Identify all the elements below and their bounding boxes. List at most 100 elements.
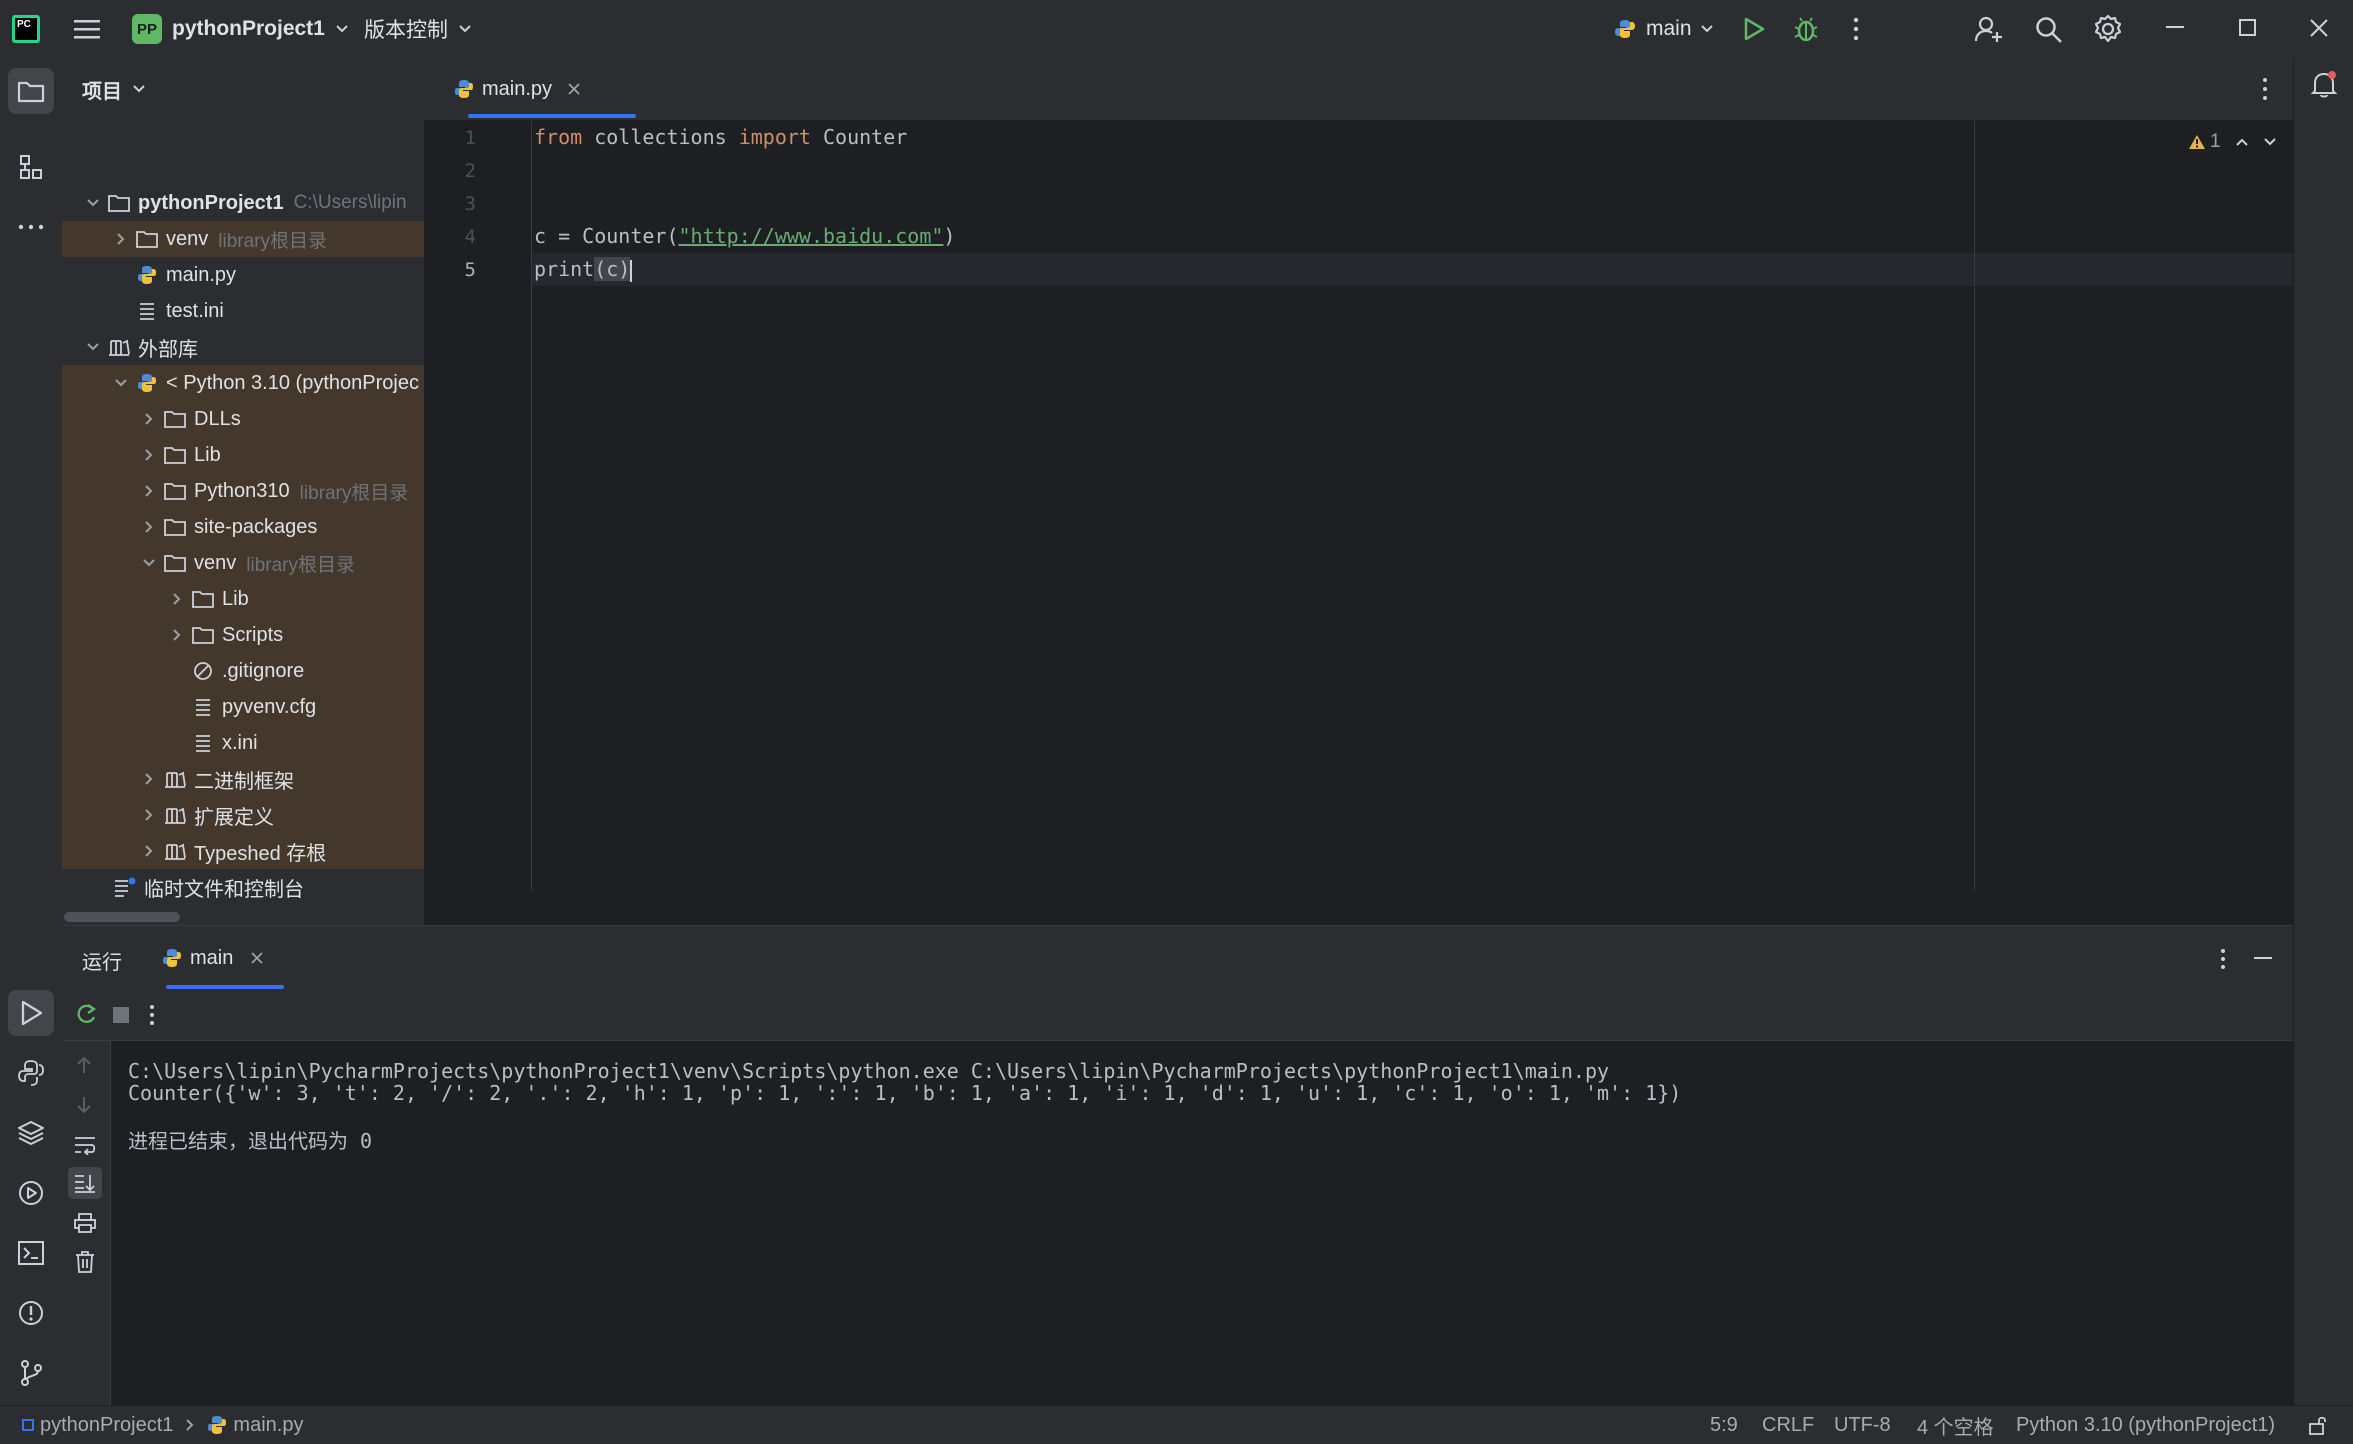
project-panel-header[interactable]: 项目 xyxy=(62,58,424,120)
next-highlight-icon[interactable] xyxy=(2263,137,2277,147)
chevron-right-icon[interactable] xyxy=(138,520,160,534)
maximize-icon[interactable] xyxy=(2239,19,2257,37)
chevron-right-icon[interactable] xyxy=(138,844,160,858)
tree-label: venv xyxy=(166,227,209,250)
module-icon xyxy=(22,1419,34,1431)
run-config-selector[interactable]: main xyxy=(1614,0,1714,58)
tab-main-py[interactable]: main.py xyxy=(442,58,614,120)
close-icon[interactable] xyxy=(2310,19,2328,37)
tree-item-lib[interactable]: Lib xyxy=(62,437,424,473)
add-user-icon[interactable] xyxy=(1975,15,2003,43)
services-icon[interactable] xyxy=(8,1170,54,1216)
structure-icon[interactable] xyxy=(8,144,54,190)
chevron-down-icon[interactable] xyxy=(82,342,104,352)
tree-item-python-sdk[interactable]: < Python 3.10 (pythonProjec xyxy=(62,365,424,401)
stop-icon[interactable] xyxy=(112,1006,130,1024)
tree-item-dlls[interactable]: DLLs xyxy=(62,401,424,437)
pycharm-logo-icon[interactable]: PC xyxy=(12,15,40,43)
run-toolbar xyxy=(62,990,2293,1041)
string-literal[interactable]: "http://www.baidu.com" xyxy=(679,224,944,248)
tab-run-main[interactable]: main xyxy=(162,926,263,990)
code-editor[interactable]: 1 2 3 4 5 from collections import Counte… xyxy=(424,121,2293,891)
tree-hint: C:\Users\lipin xyxy=(293,192,407,213)
project-tool-icon[interactable] xyxy=(8,68,54,114)
debug-icon[interactable] xyxy=(1793,15,1819,43)
previous-highlight-icon[interactable] xyxy=(2235,137,2249,147)
minimize-icon[interactable] xyxy=(2166,26,2184,30)
tree-label: DLLs xyxy=(194,407,241,430)
chevron-right-icon[interactable] xyxy=(110,232,132,246)
problems-icon[interactable] xyxy=(8,1290,54,1336)
notifications-icon[interactable] xyxy=(2310,70,2338,98)
tree-item-site-packages[interactable]: site-packages xyxy=(62,509,424,545)
caret-position[interactable]: 5:9 xyxy=(1710,1406,1738,1444)
tree-item-pyvenv-cfg[interactable]: pyvenv.cfg xyxy=(62,689,424,725)
python-console-icon[interactable] xyxy=(8,1050,54,1096)
more-tools-icon[interactable] xyxy=(8,204,54,250)
vcs-menu[interactable]: 版本控制 xyxy=(364,0,472,58)
tree-item-scripts[interactable]: Scripts xyxy=(62,617,424,653)
tree-label: x.ini xyxy=(222,731,258,754)
close-tab-icon[interactable] xyxy=(568,83,580,95)
folder-icon xyxy=(104,194,134,212)
tree-item-scratches[interactable]: 临时文件和控制台 xyxy=(62,869,424,905)
python-packages-icon[interactable] xyxy=(8,1110,54,1156)
tree-item-x-ini[interactable]: x.ini xyxy=(62,725,424,761)
tree-item-sdk-venv[interactable]: venv library根目录 xyxy=(62,545,424,581)
project-switcher[interactable]: PP pythonProject1 xyxy=(132,0,349,58)
line-number: 3 xyxy=(464,193,476,215)
chevron-down-icon[interactable] xyxy=(82,198,104,208)
rerun-icon[interactable] xyxy=(74,1002,98,1026)
tree-item-gitignore[interactable]: .gitignore xyxy=(62,653,424,689)
code-token: c = Counter( xyxy=(534,224,679,248)
indent-setting[interactable]: 4 个空格 xyxy=(1917,1406,1994,1444)
tree-item-venv[interactable]: venv library根目录 xyxy=(62,221,424,257)
run-console-output[interactable]: C:\Users\lipin\PycharmProjects\pythonPro… xyxy=(62,1041,2293,1406)
tree-item-extended-definitions[interactable]: 扩展定义 xyxy=(62,797,424,833)
chevron-right-icon[interactable] xyxy=(138,448,160,462)
chevron-right-icon[interactable] xyxy=(138,484,160,498)
tree-item-project-root[interactable]: pythonProject1 C:\Users\lipin xyxy=(62,185,424,221)
search-icon[interactable] xyxy=(2035,16,2063,44)
tree-item-main-py[interactable]: main.py xyxy=(62,257,424,293)
git-icon[interactable] xyxy=(8,1350,54,1396)
main-menu-icon[interactable] xyxy=(74,17,100,41)
project-panel-title: 项目 xyxy=(82,80,122,103)
breadcrumb-project[interactable]: pythonProject1 xyxy=(40,1414,173,1437)
chevron-right-icon[interactable] xyxy=(138,808,160,822)
chevron-right-icon[interactable] xyxy=(166,628,188,642)
python-interpreter[interactable]: Python 3.10 (pythonProject1) xyxy=(2016,1406,2275,1444)
lock-icon[interactable] xyxy=(2308,1406,2328,1444)
python-file-icon xyxy=(207,1415,227,1435)
tree-label: Scripts xyxy=(222,623,284,646)
chevron-right-icon[interactable] xyxy=(138,412,160,426)
chevron-down-icon[interactable] xyxy=(138,558,160,568)
tree-hint: library根目录 xyxy=(218,230,327,252)
terminal-icon[interactable] xyxy=(8,1230,54,1276)
file-encoding[interactable]: UTF-8 xyxy=(1834,1406,1891,1444)
line-separator[interactable]: CRLF xyxy=(1762,1406,1814,1444)
more-actions-icon[interactable] xyxy=(1853,17,1859,41)
gear-icon[interactable] xyxy=(2093,14,2123,44)
chevron-right-icon[interactable] xyxy=(166,592,188,606)
hide-panel-icon[interactable] xyxy=(2254,957,2272,961)
tree-item-venv-lib[interactable]: Lib xyxy=(62,581,424,617)
title-bar: PC PP pythonProject1 版本控制 main xyxy=(0,0,2353,59)
python-sdk-icon xyxy=(132,373,162,393)
chevron-down-icon[interactable] xyxy=(110,378,132,388)
run-options-icon[interactable] xyxy=(2220,948,2226,970)
run-tool-icon[interactable] xyxy=(8,990,54,1036)
close-tab-icon[interactable] xyxy=(251,952,263,964)
tree-item-external-libraries[interactable]: 外部库 xyxy=(62,329,424,365)
chevron-right-icon[interactable] xyxy=(138,772,160,786)
more-actions-icon[interactable] xyxy=(149,1004,155,1026)
tree-item-typeshed-stubs[interactable]: Typeshed 存根 xyxy=(62,833,424,869)
tree-item-test-ini[interactable]: test.ini xyxy=(62,293,424,329)
run-icon[interactable] xyxy=(1742,16,1766,42)
tree-item-python310[interactable]: Python310 library根目录 xyxy=(62,473,424,509)
breadcrumb-file[interactable]: main.py xyxy=(233,1414,303,1437)
inspection-widget[interactable]: 1 xyxy=(2188,131,2277,153)
tab-options-icon[interactable] xyxy=(2262,77,2268,101)
tree-item-binary-skeletons[interactable]: 二进制框架 xyxy=(62,761,424,797)
project-horizontal-scrollbar[interactable] xyxy=(64,912,180,922)
